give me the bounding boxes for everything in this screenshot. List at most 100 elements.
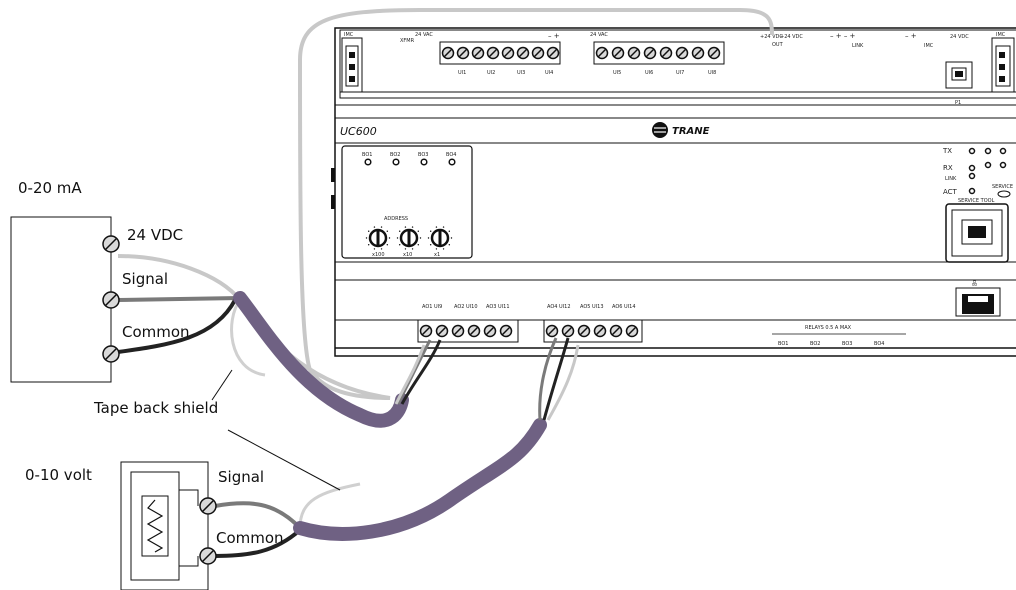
address-dials: x100 x10 x1 bbox=[365, 226, 453, 258]
sensor-a-signal: Signal bbox=[122, 270, 168, 288]
service-tool-port: SERVICE TOOL bbox=[945, 198, 1009, 263]
relay-bo1: BO1 bbox=[778, 341, 788, 347]
ui3-label: UI3 bbox=[517, 70, 525, 76]
top-right-screw bbox=[595, 46, 609, 60]
imc-connector-right: IMC bbox=[991, 32, 1015, 93]
imc-pm-label: – + bbox=[905, 32, 917, 40]
bottom-left-screw bbox=[483, 324, 497, 338]
bottom-mid-screw bbox=[545, 324, 559, 338]
relays-label: RELAYS 0.5 A MAX bbox=[805, 325, 852, 331]
imc-left-label: IMC bbox=[344, 32, 354, 38]
p1-label: P1 bbox=[955, 100, 961, 106]
ao5-label: AO5 UI13 bbox=[580, 304, 604, 310]
dial-label: x1 bbox=[434, 252, 440, 258]
sensor-a-title: 0-20 mA bbox=[18, 179, 82, 197]
top-right-screw bbox=[659, 46, 673, 60]
top-left-screw bbox=[516, 46, 530, 60]
ui4-label: UI4 bbox=[545, 70, 553, 76]
rx-label: RX bbox=[943, 164, 953, 172]
bottom-mid-screw bbox=[593, 324, 607, 338]
bo-led-label: BO3 bbox=[418, 152, 428, 158]
ui2-label: UI2 bbox=[487, 70, 495, 76]
minus-plus-label: – + bbox=[548, 32, 560, 40]
dial-label: x100 bbox=[372, 252, 385, 258]
vac-label-2: 24 VAC bbox=[590, 32, 608, 38]
uc600-controller: IMC IMC XFMR 24 VAC 24 VAC – + UI1 UI2 U bbox=[331, 27, 1016, 357]
imc-label: IMC bbox=[924, 43, 934, 49]
sensor-0-20ma: 0-20 mA 24 VDC Signal Common bbox=[10, 179, 190, 383]
link-pm-label: – + – + bbox=[830, 32, 856, 40]
sensor-a-screw-common bbox=[102, 345, 120, 363]
top-left-screw bbox=[456, 46, 470, 60]
top-right-screw bbox=[627, 46, 641, 60]
service-label: SERVICE bbox=[992, 184, 1013, 190]
wiring-diagram: IMC IMC XFMR 24 VAC 24 VAC – + UI1 UI2 U bbox=[10, 8, 1016, 590]
bottom-left-screw bbox=[451, 324, 465, 338]
sensor-b-common: Common bbox=[216, 529, 284, 547]
act-label: ACT bbox=[943, 188, 958, 196]
top-right-screw bbox=[691, 46, 705, 60]
bo-led-label: BO4 bbox=[446, 152, 456, 158]
link-status-label: LINK bbox=[945, 176, 957, 182]
bottom-left-screw bbox=[419, 324, 433, 338]
ao3-label: AO3 UI11 bbox=[486, 304, 510, 310]
ui8-label: UI8 bbox=[708, 70, 716, 76]
sensor-b-signal: Signal bbox=[218, 468, 264, 486]
sensor-b-title: 0-10 volt bbox=[25, 466, 92, 484]
top-right-screw bbox=[611, 46, 625, 60]
relay-bo2: BO2 bbox=[810, 341, 820, 347]
ethernet-icon-label: 品 bbox=[972, 281, 977, 287]
xfmr-label: XFMR bbox=[400, 38, 415, 44]
top-right-screw bbox=[643, 46, 657, 60]
relay-bo3: BO3 bbox=[842, 341, 852, 347]
top-left-screw bbox=[471, 46, 485, 60]
bottom-left-screw bbox=[435, 324, 449, 338]
out-label: OUT bbox=[772, 42, 784, 48]
bottom-left-screw bbox=[467, 324, 481, 338]
sensor-b-screw-common bbox=[199, 547, 217, 565]
annotation-leader-2 bbox=[211, 369, 233, 401]
top-left-screw bbox=[501, 46, 515, 60]
vac-label-1: 24 VAC bbox=[415, 32, 433, 38]
wire-signal-a bbox=[117, 296, 241, 302]
ao1-label: AO1 UI9 bbox=[422, 304, 442, 310]
top-right-screw bbox=[707, 46, 721, 60]
link-label: LINK bbox=[852, 43, 864, 49]
bottom-mid-screw bbox=[625, 324, 639, 338]
ui5-label: UI5 bbox=[613, 70, 621, 76]
relay-bo4: BO4 bbox=[874, 341, 884, 347]
ui7-label: UI7 bbox=[676, 70, 684, 76]
bottom-mid-screw bbox=[561, 324, 575, 338]
ui6-label: UI6 bbox=[645, 70, 653, 76]
trane-logo bbox=[652, 122, 668, 138]
tape-back-shield-label: Tape back shield bbox=[93, 399, 218, 417]
bo-led-label: BO2 bbox=[390, 152, 400, 158]
top-left-screw bbox=[531, 46, 545, 60]
wire-shield-b bbox=[298, 482, 361, 529]
imc-connector-left: IMC bbox=[341, 32, 363, 93]
model-label: UC600 bbox=[340, 125, 377, 138]
brand-label: TRANE bbox=[672, 126, 710, 137]
ao2-label: AO2 UI10 bbox=[454, 304, 478, 310]
sensor-a-24vdc: 24 VDC bbox=[127, 226, 183, 244]
ui1-label: UI1 bbox=[458, 70, 466, 76]
address-label: ADDRESS bbox=[384, 216, 408, 222]
sensor-a-common: Common bbox=[122, 323, 190, 341]
bottom-left-screw bbox=[499, 324, 513, 338]
vdc-out-2: +24 VDC bbox=[780, 34, 803, 40]
sensor-a-screw-24vdc bbox=[102, 235, 120, 253]
cable-purple-b bbox=[293, 418, 547, 541]
sensor-b-screw-signal bbox=[199, 497, 217, 515]
bottom-mid-screw bbox=[609, 324, 623, 338]
sensor-a-screw-signal bbox=[102, 291, 120, 309]
imc-right-label: IMC bbox=[996, 32, 1006, 38]
top-left-screw bbox=[486, 46, 500, 60]
top-right-screw bbox=[675, 46, 689, 60]
service-tool-label: SERVICE TOOL bbox=[958, 198, 995, 204]
bottom-mid-screw bbox=[577, 324, 591, 338]
dial-label: x10 bbox=[403, 252, 412, 258]
top-left-screw bbox=[441, 46, 455, 60]
top-left-screw bbox=[546, 46, 560, 60]
sensor-0-10v: 0-10 volt Signal Common bbox=[25, 461, 284, 590]
bo-led-label: BO1 bbox=[362, 152, 372, 158]
